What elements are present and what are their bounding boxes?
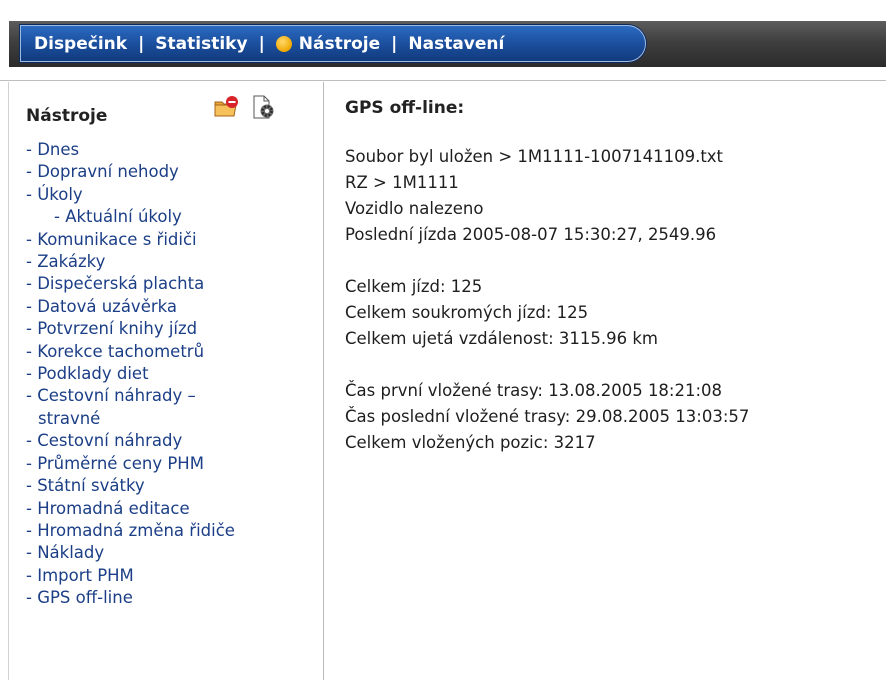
trip-summary-block: Celkem jízd: 125 Celkem soukromých jízd:… [345, 274, 749, 352]
sidebar-item-zakazky[interactable]: - Zakázky [26, 251, 235, 273]
file-saved-line: Soubor byl uložen > 1M1111-1007141109.tx… [345, 147, 724, 166]
top-header: Dispečink | Statistiky | Nástroje | Nast… [0, 0, 886, 82]
sidebar-item-cestovni-nahrady[interactable]: - Cestovní náhrady [26, 430, 235, 452]
sidebar-item-statni-svatky[interactable]: - Státní svátky [26, 475, 235, 497]
nav-separator: | [258, 33, 265, 54]
nav-item-nastroje-label: Nástroje [298, 33, 381, 54]
sidebar-item-gps-off-line[interactable]: - GPS off-line [26, 587, 235, 609]
total-positions-line: Celkem vložených pozic: 3217 [345, 433, 596, 452]
sidebar-item-cestovni-nahrady-stravne[interactable]: - Cestovní náhrady – [26, 385, 235, 407]
sidebar-item-potvrzeni-knihy-jizd[interactable]: - Potvrzení knihy jízd [26, 318, 235, 340]
sidebar-menu: - Dnes - Dopravní nehody - Úkoly - Aktuá… [26, 139, 235, 610]
sidebar-item-dnes[interactable]: - Dnes [26, 139, 235, 161]
sidebar-item-korekce-tachometru[interactable]: - Korekce tachometrů [26, 341, 235, 363]
sidebar-item-dopravni-nehody[interactable]: - Dopravní nehody [26, 161, 235, 183]
route-summary-block: Čas první vložené trasy: 13.08.2005 18:2… [345, 378, 749, 456]
first-route-time-line: Čas první vložené trasy: 13.08.2005 18:2… [345, 381, 723, 400]
active-indicator-icon [275, 35, 292, 52]
export-folder-icon[interactable] [213, 94, 239, 120]
last-route-time-line: Čas poslední vložené trasy: 29.08.2005 1… [345, 407, 750, 426]
last-trip-line: Poslední jízda 2005-08-07 15:30:27, 2549… [345, 225, 717, 244]
settings-document-icon[interactable] [251, 94, 277, 120]
sidebar-item-hromadna-editace[interactable]: - Hromadná editace [26, 498, 235, 520]
sidebar-item-naklady[interactable]: - Náklady [26, 542, 235, 564]
sidebar-item-import-phm[interactable]: - Import PHM [26, 565, 235, 587]
sidebar-item-podklady-diet[interactable]: - Podklady diet [26, 363, 235, 385]
sidebar-item-cestovni-nahrady-stravne-cont[interactable]: stravné [26, 408, 235, 430]
sidebar-item-hromadna-zmena-ridice[interactable]: - Hromadná změna řidiče [26, 520, 235, 542]
registration-line: RZ > 1M1111 [345, 173, 459, 192]
nav-item-statistiky[interactable]: Statistiky [155, 34, 247, 54]
sidebar-item-komunikace[interactable]: - Komunikace s řidiči [26, 229, 235, 251]
import-result-block: Soubor byl uložen > 1M1111-1007141109.tx… [345, 144, 749, 248]
nav-separator: | [138, 33, 145, 54]
private-trips-line: Celkem soukromých jízd: 125 [345, 303, 589, 322]
header-divider [0, 80, 886, 81]
total-distance-line: Celkem ujetá vzdálenost: 3115.96 km [345, 329, 658, 348]
sidebar: Nástroje - Dnes - Dopravní nehody - Úkol… [0, 82, 324, 680]
nav-item-dispecink[interactable]: Dispečink [34, 34, 127, 54]
sidebar-item-aktualni-ukoly[interactable]: - Aktuální úkoly [26, 206, 235, 228]
sidebar-title: Nástroje [26, 106, 108, 126]
sidebar-item-dispecerska-plachta[interactable]: - Dispečerská plachta [26, 273, 235, 295]
sidebar-item-datova-uzaverka[interactable]: - Datová uzávěrka [26, 296, 235, 318]
page-title: GPS off-line: [345, 98, 465, 118]
main-content: GPS off-line: Soubor byl uložen > 1M1111… [345, 98, 749, 456]
nav-item-nastroje[interactable]: Nástroje [275, 33, 381, 54]
sidebar-item-ukoly[interactable]: - Úkoly [26, 184, 235, 206]
nav-item-nastaveni[interactable]: Nastavení [408, 34, 504, 54]
sidebar-item-prumerne-ceny-phm[interactable]: - Průměrné ceny PHM [26, 453, 235, 475]
total-trips-line: Celkem jízd: 125 [345, 277, 483, 296]
main-nav: Dispečink | Statistiky | Nástroje | Nast… [20, 25, 646, 62]
sidebar-toolbar [213, 94, 277, 120]
vehicle-found-line: Vozidlo nalezeno [345, 199, 484, 218]
nav-separator: | [391, 33, 398, 54]
